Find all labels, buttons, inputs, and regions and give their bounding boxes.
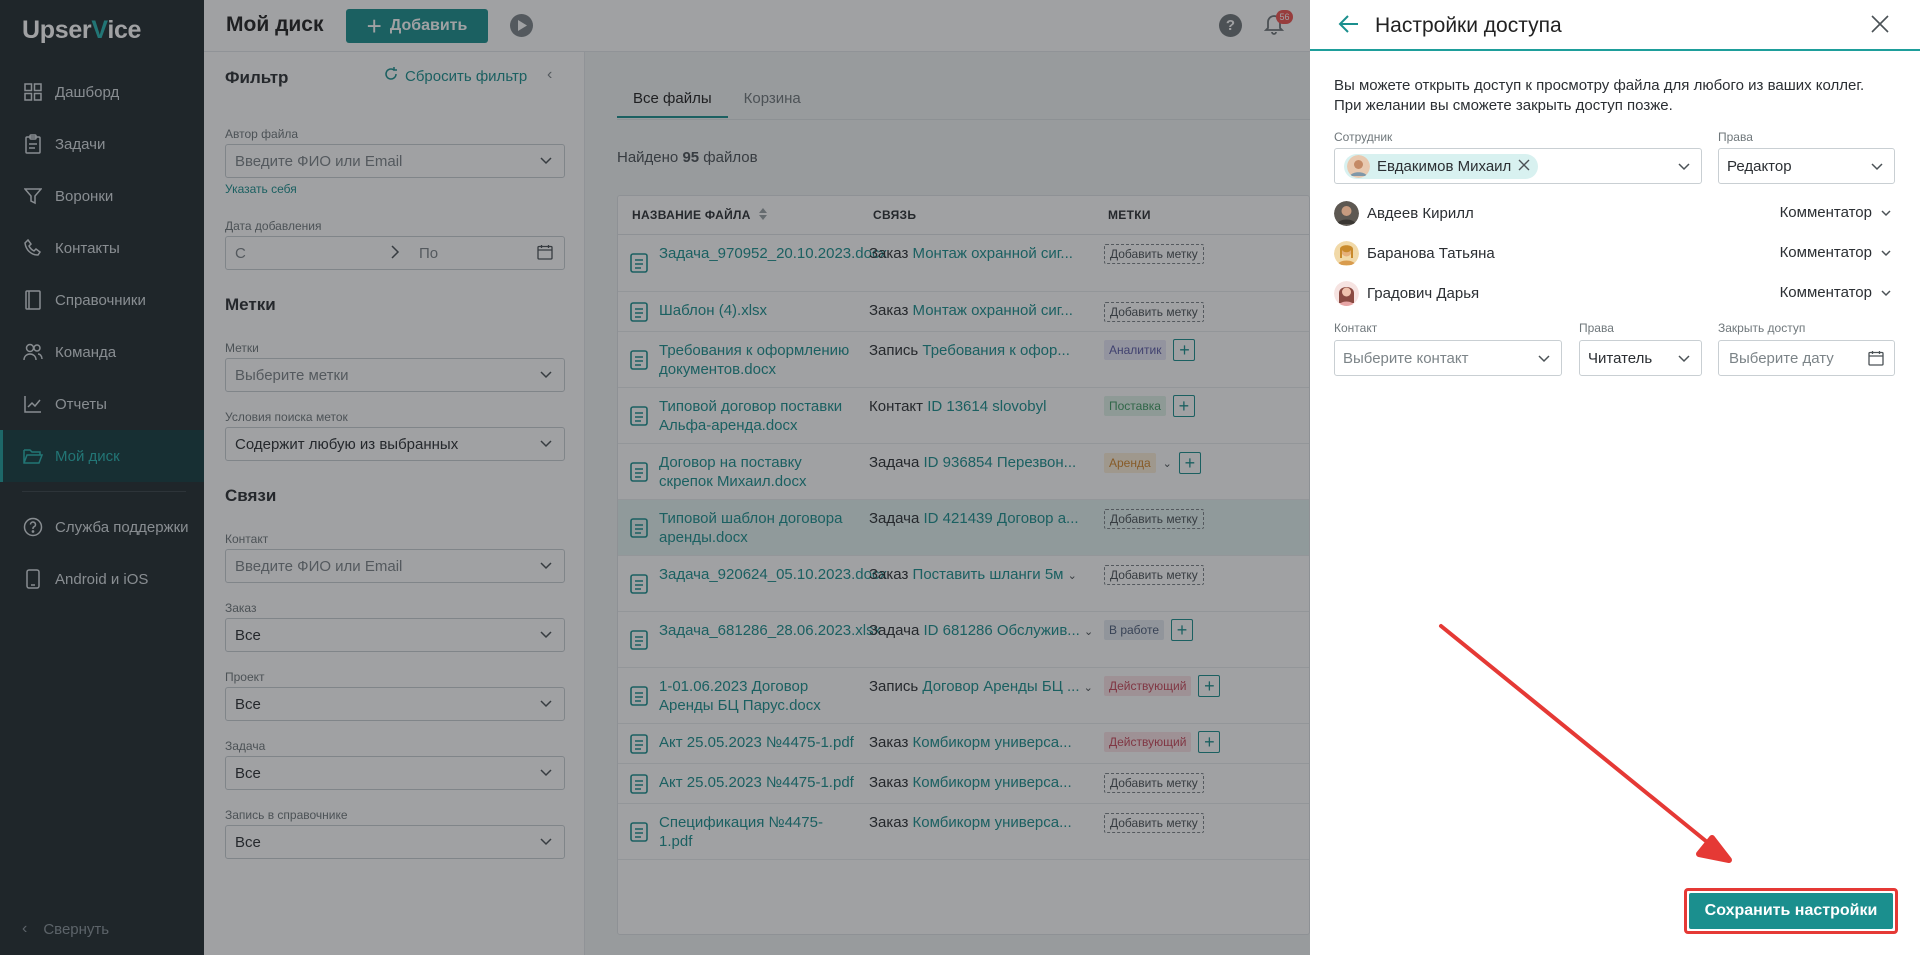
person-name: Авдеев Кирилл [1367,204,1474,222]
person-role-dropdown[interactable]: Комментатор [1780,284,1892,301]
employee-label: Сотрудник [1334,130,1393,144]
contact-placeholder: Выберите контакт [1343,349,1469,367]
chevron-down-icon [1881,249,1891,256]
panel-description: Вы можете открыть доступ к просмотру фай… [1334,77,1865,114]
save-highlight-frame: Сохранить настройки [1684,888,1898,934]
chevron-down-icon [1537,351,1551,369]
person-name: Градович Дарья [1367,284,1480,302]
contact-select[interactable]: Выберите контакт [1334,340,1562,376]
person-name: Баранова Татьяна [1367,244,1495,262]
access-person-row: Градович Дарья Комментатор [1334,278,1894,308]
chevron-down-icon [1881,289,1891,296]
app-window: UpserVice Дашборд Задачи Воронки Контакт… [0,0,1920,955]
avatar [1334,200,1359,226]
avatar [1334,280,1359,306]
contact-label: Контакт [1334,321,1378,335]
avatar [1347,155,1370,178]
rights-select[interactable]: Редактор [1718,148,1895,184]
arrow-left-icon[interactable] [1338,13,1360,40]
employee-chip-label: Евдакимов Михаил [1377,158,1512,175]
close-icon[interactable] [1869,13,1891,40]
access-person-row: Авдеев Кирилл Комментатор [1334,198,1894,228]
panel-header: Настройки доступа [1310,0,1920,51]
rights2-select[interactable]: Читатель [1579,340,1702,376]
avatar [1334,240,1359,266]
panel-title: Настройки доступа [1375,14,1562,37]
close-access-label: Закрыть доступ [1718,321,1806,335]
rights-label: Права [1718,130,1753,144]
close-access-date-input[interactable]: Выберите дату [1718,340,1895,376]
modal-backdrop[interactable] [0,0,1310,955]
person-role-dropdown[interactable]: Комментатор [1780,204,1892,221]
save-settings-button[interactable]: Сохранить настройки [1689,893,1893,929]
rights2-label: Права [1579,321,1614,335]
chevron-down-icon [1881,209,1891,216]
chevron-down-icon [1870,159,1884,177]
remove-chip-icon[interactable] [1518,158,1530,175]
chevron-down-icon [1677,159,1691,177]
person-role-dropdown[interactable]: Комментатор [1780,244,1892,261]
access-person-row: Баранова Татьяна Комментатор [1334,238,1894,268]
rights2-value: Читатель [1588,349,1653,367]
access-settings-panel: Настройки доступа Вы можете открыть дост… [1310,0,1920,955]
selected-employee-chip: Евдакимов Михаил [1344,154,1539,179]
employee-select[interactable]: Евдакимов Михаил [1334,148,1702,184]
calendar-icon [1868,350,1884,370]
chevron-down-icon [1677,351,1691,369]
rights-value: Редактор [1727,157,1792,175]
date-placeholder: Выберите дату [1729,349,1834,367]
